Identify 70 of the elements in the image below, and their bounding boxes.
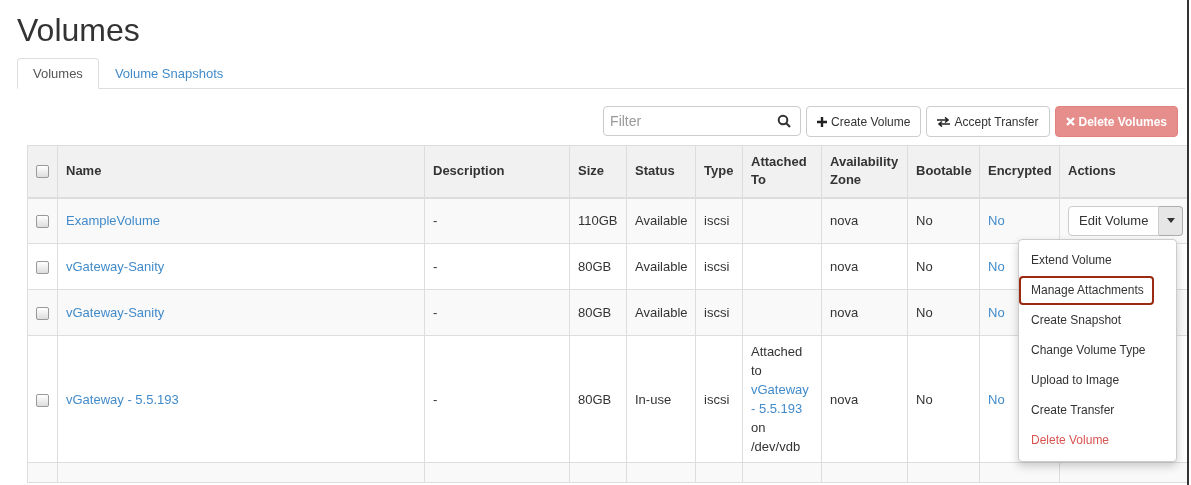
column-header: Type	[704, 163, 734, 179]
edit-volume-button[interactable]: Edit Volume	[1068, 205, 1160, 236]
column-header: Status	[635, 163, 675, 179]
table-cell: nova	[830, 213, 859, 229]
row-checkbox[interactable]	[36, 307, 49, 321]
column-header: Bootable	[916, 163, 972, 179]
table-cell: Available	[635, 305, 688, 320]
menu-item[interactable]: Create Transfer	[1019, 396, 1125, 425]
table-cell: -	[433, 213, 438, 229]
table-cell: 80GB	[578, 259, 612, 274]
column-header: Name	[66, 163, 102, 179]
table-cell: No	[916, 259, 933, 274]
menu-item[interactable]: Delete Volume	[1019, 426, 1120, 455]
encrypted-link[interactable]: No	[988, 305, 1005, 320]
menu-item[interactable]: Upload to Image	[1019, 366, 1130, 395]
table-cell: Available	[635, 213, 688, 229]
tab[interactable]: Volume Snapshots	[98, 58, 240, 89]
table-cell: Available	[635, 259, 688, 274]
menu-item[interactable]: Change Volume Type	[1019, 336, 1156, 365]
attached-device: on /dev/vdb	[751, 419, 802, 456]
table-cell: In-use	[635, 391, 672, 407]
table-cell: iscsi	[704, 213, 730, 229]
row-checkbox[interactable]	[36, 215, 49, 229]
volume-link[interactable]: ExampleVolume	[66, 213, 160, 229]
volume-link[interactable]: vGateway-Sanity	[66, 259, 165, 274]
tab[interactable]: Volumes	[17, 58, 99, 89]
plus-icon	[817, 116, 828, 127]
volume-link[interactable]: vGateway-Sanity	[66, 305, 165, 320]
page-title: Volumes	[17, 12, 140, 48]
swap-arrows-icon	[937, 116, 951, 127]
table-cell: No	[916, 213, 933, 229]
table-cell: -	[433, 305, 438, 320]
table-cell: 80GB	[578, 391, 612, 407]
volume-link[interactable]: vGateway - 5.5.193	[66, 391, 179, 407]
dropdown-toggle[interactable]	[1159, 205, 1184, 236]
table-cell: nova	[830, 305, 859, 320]
table-cell: iscsi	[704, 391, 730, 407]
menu-item[interactable]: Extend Volume	[1019, 246, 1122, 275]
row-checkbox[interactable]	[36, 393, 49, 407]
toolbar-button[interactable]: Accept Transfer	[926, 106, 1050, 137]
encrypted-link[interactable]: No	[988, 391, 1005, 407]
filter-field[interactable]: Filter	[603, 106, 802, 136]
encrypted-link[interactable]: No	[988, 259, 1005, 274]
menu-item[interactable]: Create Snapshot	[1019, 306, 1132, 335]
caret-icon	[1166, 218, 1175, 224]
table-cell: No	[916, 305, 933, 320]
table-cell: nova	[830, 259, 859, 274]
column-header: Actions	[1068, 163, 1116, 179]
table-cell: No	[916, 391, 933, 407]
table-cell: 80GB	[578, 305, 612, 320]
table-cell: -	[433, 259, 438, 274]
column-header: Attached To	[751, 154, 807, 188]
instance-link[interactable]: vGateway - 5.5.193	[751, 380, 813, 418]
menu-item[interactable]: Manage Attachments	[1019, 276, 1154, 305]
row-checkbox[interactable]	[36, 261, 49, 275]
column-header: Encrypted	[988, 163, 1052, 179]
close-icon	[1065, 117, 1075, 126]
table-cell: -	[433, 391, 438, 407]
table-cell: iscsi	[704, 259, 730, 274]
search-icon	[777, 114, 792, 128]
attached-label: Attached to	[751, 343, 804, 380]
table-cell: iscsi	[704, 305, 730, 320]
table-cell: 110GB	[578, 213, 618, 229]
column-header: Availability Zone	[830, 154, 899, 188]
column-header: Size	[578, 163, 604, 179]
toolbar-button[interactable]: Create Volume	[806, 106, 922, 137]
column-header: Description	[433, 163, 505, 179]
encrypted-link[interactable]: No	[988, 213, 1005, 229]
table-cell: nova	[830, 391, 859, 407]
select-all-checkbox[interactable]	[36, 165, 49, 179]
